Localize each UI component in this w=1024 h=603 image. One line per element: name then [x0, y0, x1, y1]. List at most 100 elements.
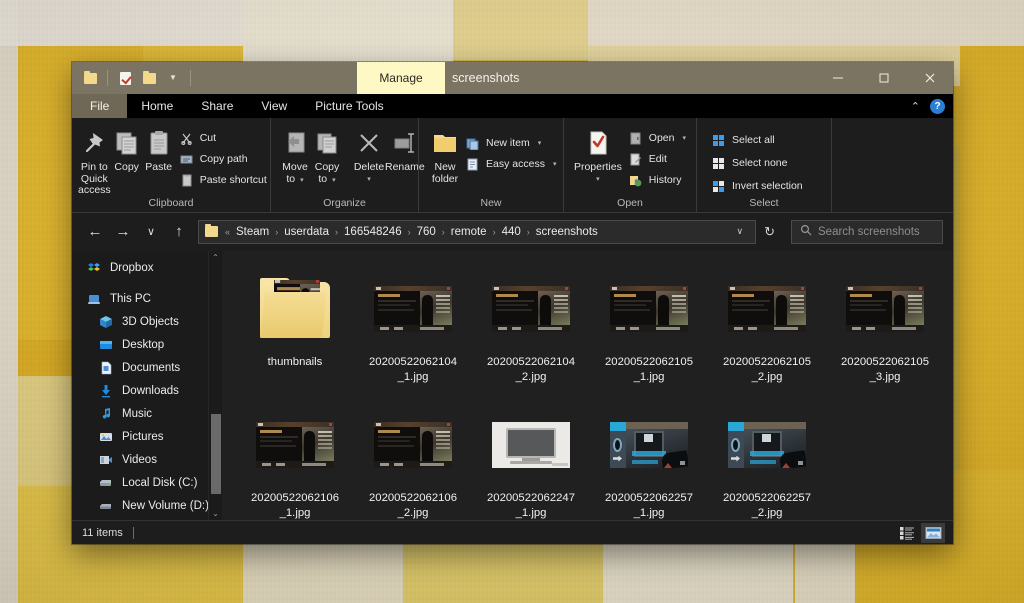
qat-new-folder-icon[interactable] [139, 68, 159, 88]
edit-icon [628, 152, 643, 167]
cut-button[interactable]: Cut [175, 128, 271, 148]
paste-shortcut-button[interactable]: Paste shortcut [175, 170, 271, 190]
file-item[interactable]: 20200522062106 _2.jpg [354, 401, 472, 521]
sidebar-item-this-pc[interactable]: This PC [72, 288, 222, 311]
details-view-button[interactable] [895, 523, 919, 543]
forward-button[interactable]: → [110, 219, 136, 245]
easy-access-button[interactable]: Easy access ▾ [461, 154, 560, 174]
3d-objects-icon [98, 314, 114, 330]
delete-chevron-down-icon[interactable]: ▾ [367, 177, 371, 183]
delete-button[interactable]: Delete ▾ [353, 123, 385, 183]
breadcrumb-item-760[interactable]: 760 [412, 226, 441, 238]
open-small-commands: Open ▾ Edit [624, 123, 690, 190]
file-item[interactable]: 20200522062105 _1.jpg [590, 265, 708, 385]
breadcrumb-root[interactable]: « [224, 227, 231, 237]
collapse-ribbon-chevron-up-icon[interactable]: ⌃ [911, 100, 920, 113]
close-button[interactable] [907, 62, 953, 94]
file-item[interactable]: 20200522062106 _1.jpg [236, 401, 354, 521]
help-icon[interactable]: ? [930, 99, 945, 114]
file-item[interactable]: 20200522062104 _2.jpg [472, 265, 590, 385]
sidebar-item-music[interactable]: Music [72, 403, 222, 426]
copy-button[interactable]: Copy [111, 123, 143, 174]
invert-selection-button[interactable]: Invert selection [707, 176, 807, 196]
breadcrumb[interactable]: « Steam › userdata › 166548246 › 760 › r… [198, 220, 756, 244]
qat-properties-icon[interactable] [115, 68, 135, 88]
sidebar-item-label: Dropbox [110, 262, 153, 274]
file-item[interactable]: 20200522062105 _3.jpg [826, 265, 944, 385]
breadcrumb-item-440[interactable]: 440 [497, 226, 526, 238]
up-button[interactable]: ↑ [166, 219, 192, 245]
file-item[interactable]: thumbnails [236, 265, 354, 385]
breadcrumb-item-userdata[interactable]: userdata [279, 226, 334, 238]
properties-label: Properties [574, 162, 622, 174]
open-button[interactable]: Open ▾ [624, 128, 690, 148]
invert-selection-label: Invert selection [732, 180, 803, 192]
navigation-scrollbar[interactable]: ⌃ ⌄ [208, 251, 222, 521]
sidebar-item-local-disk-c[interactable]: Local Disk (C:) [72, 472, 222, 495]
easy-access-chevron-down-icon[interactable]: ▾ [553, 160, 557, 168]
file-item[interactable]: 20200522062247 _1.jpg [472, 401, 590, 521]
properties-button[interactable]: Properties ▾ [572, 123, 624, 183]
qat-customize-chevron-down-icon[interactable]: ▼ [163, 68, 183, 88]
pin-to-quick-access-button[interactable]: Pin to Quick access [78, 123, 111, 197]
copy-to-button[interactable]: Copy to ▾ [311, 123, 343, 186]
documents-icon [98, 360, 114, 376]
breadcrumb-item-screenshots[interactable]: screenshots [531, 226, 603, 238]
maximize-button[interactable] [861, 62, 907, 94]
file-item[interactable]: 20200522062104 _1.jpg [354, 265, 472, 385]
sidebar-item-new-volume-d[interactable]: New Volume (D:) [72, 495, 222, 518]
copy-to-chevron-down-icon: ▾ [332, 177, 336, 184]
recent-locations-button[interactable]: ∨ [138, 219, 164, 245]
tab-home[interactable]: Home [127, 94, 187, 118]
sidebar-item-desktop[interactable]: Desktop [72, 334, 222, 357]
history-button[interactable]: History [624, 170, 690, 190]
sidebar-item-documents[interactable]: Documents [72, 357, 222, 380]
minimize-button[interactable] [815, 62, 861, 94]
large-icons-view-button[interactable] [921, 523, 945, 543]
tab-file[interactable]: File [72, 94, 127, 118]
tab-picture-tools[interactable]: Picture Tools [301, 94, 397, 118]
open-chevron-down-icon[interactable]: ▾ [682, 134, 686, 142]
paste-label: Paste [145, 162, 172, 174]
file-item[interactable]: 20200522062105 _2.jpg [708, 265, 826, 385]
select-all-button[interactable]: Select all [707, 130, 807, 150]
contextual-tab-manage[interactable]: Manage [357, 62, 445, 94]
breadcrumb-item-166548246[interactable]: 166548246 [339, 226, 407, 238]
sidebar-item-label: Downloads [122, 385, 179, 397]
properties-chevron-down-icon[interactable]: ▾ [596, 177, 600, 183]
sidebar-item-downloads[interactable]: Downloads [72, 380, 222, 403]
sidebar-item-pictures[interactable]: Pictures [72, 426, 222, 449]
new-folder-button[interactable]: New folder [429, 123, 461, 185]
back-button[interactable]: ← [82, 219, 108, 245]
breadcrumb-item-steam[interactable]: Steam [231, 226, 274, 238]
title-bar[interactable]: ▼ Manage screenshots [72, 62, 953, 94]
file-item[interactable]: 20200522062257 _2.jpg [708, 401, 826, 521]
file-list-view[interactable]: thumbnails [222, 251, 953, 521]
file-item[interactable]: 20200522062257 _1.jpg [590, 401, 708, 521]
sidebar-item-videos[interactable]: Videos [72, 449, 222, 472]
move-to-button[interactable]: Move to ▾ [279, 123, 311, 186]
breadcrumb-chevron-down-icon[interactable]: ∨ [729, 226, 752, 237]
nav-scrollbar-thumb[interactable] [211, 414, 221, 494]
select-none-button[interactable]: Select none [707, 153, 807, 173]
game-screenshot-thumbnail [610, 286, 688, 332]
refresh-button[interactable]: ↻ [758, 224, 781, 240]
paste-button[interactable]: Paste [143, 123, 175, 174]
sidebar-item-dropbox[interactable]: Dropbox [72, 257, 222, 280]
tab-view[interactable]: View [247, 94, 301, 118]
file-name-line1: 20200522062257 [605, 492, 693, 504]
new-item-button[interactable]: New item ▾ [461, 133, 560, 153]
rename-icon [389, 127, 421, 159]
tab-share[interactable]: Share [187, 94, 247, 118]
copy-path-button[interactable]: Copy path [175, 149, 271, 169]
file-thumbnail [610, 269, 688, 349]
breadcrumb-item-remote[interactable]: remote [446, 226, 492, 238]
nav-scroll-up-button[interactable]: ⌃ [209, 251, 222, 265]
nav-scroll-down-button[interactable]: ⌄ [209, 506, 222, 520]
search-input[interactable]: Search screenshots [791, 220, 943, 244]
qat-folder-icon[interactable] [80, 68, 100, 88]
new-item-chevron-down-icon[interactable]: ▾ [538, 139, 542, 147]
file-name: 20200522062106 _2.jpg [359, 491, 467, 521]
sidebar-item-3d-objects[interactable]: 3D Objects [72, 311, 222, 334]
edit-button[interactable]: Edit [624, 149, 690, 169]
